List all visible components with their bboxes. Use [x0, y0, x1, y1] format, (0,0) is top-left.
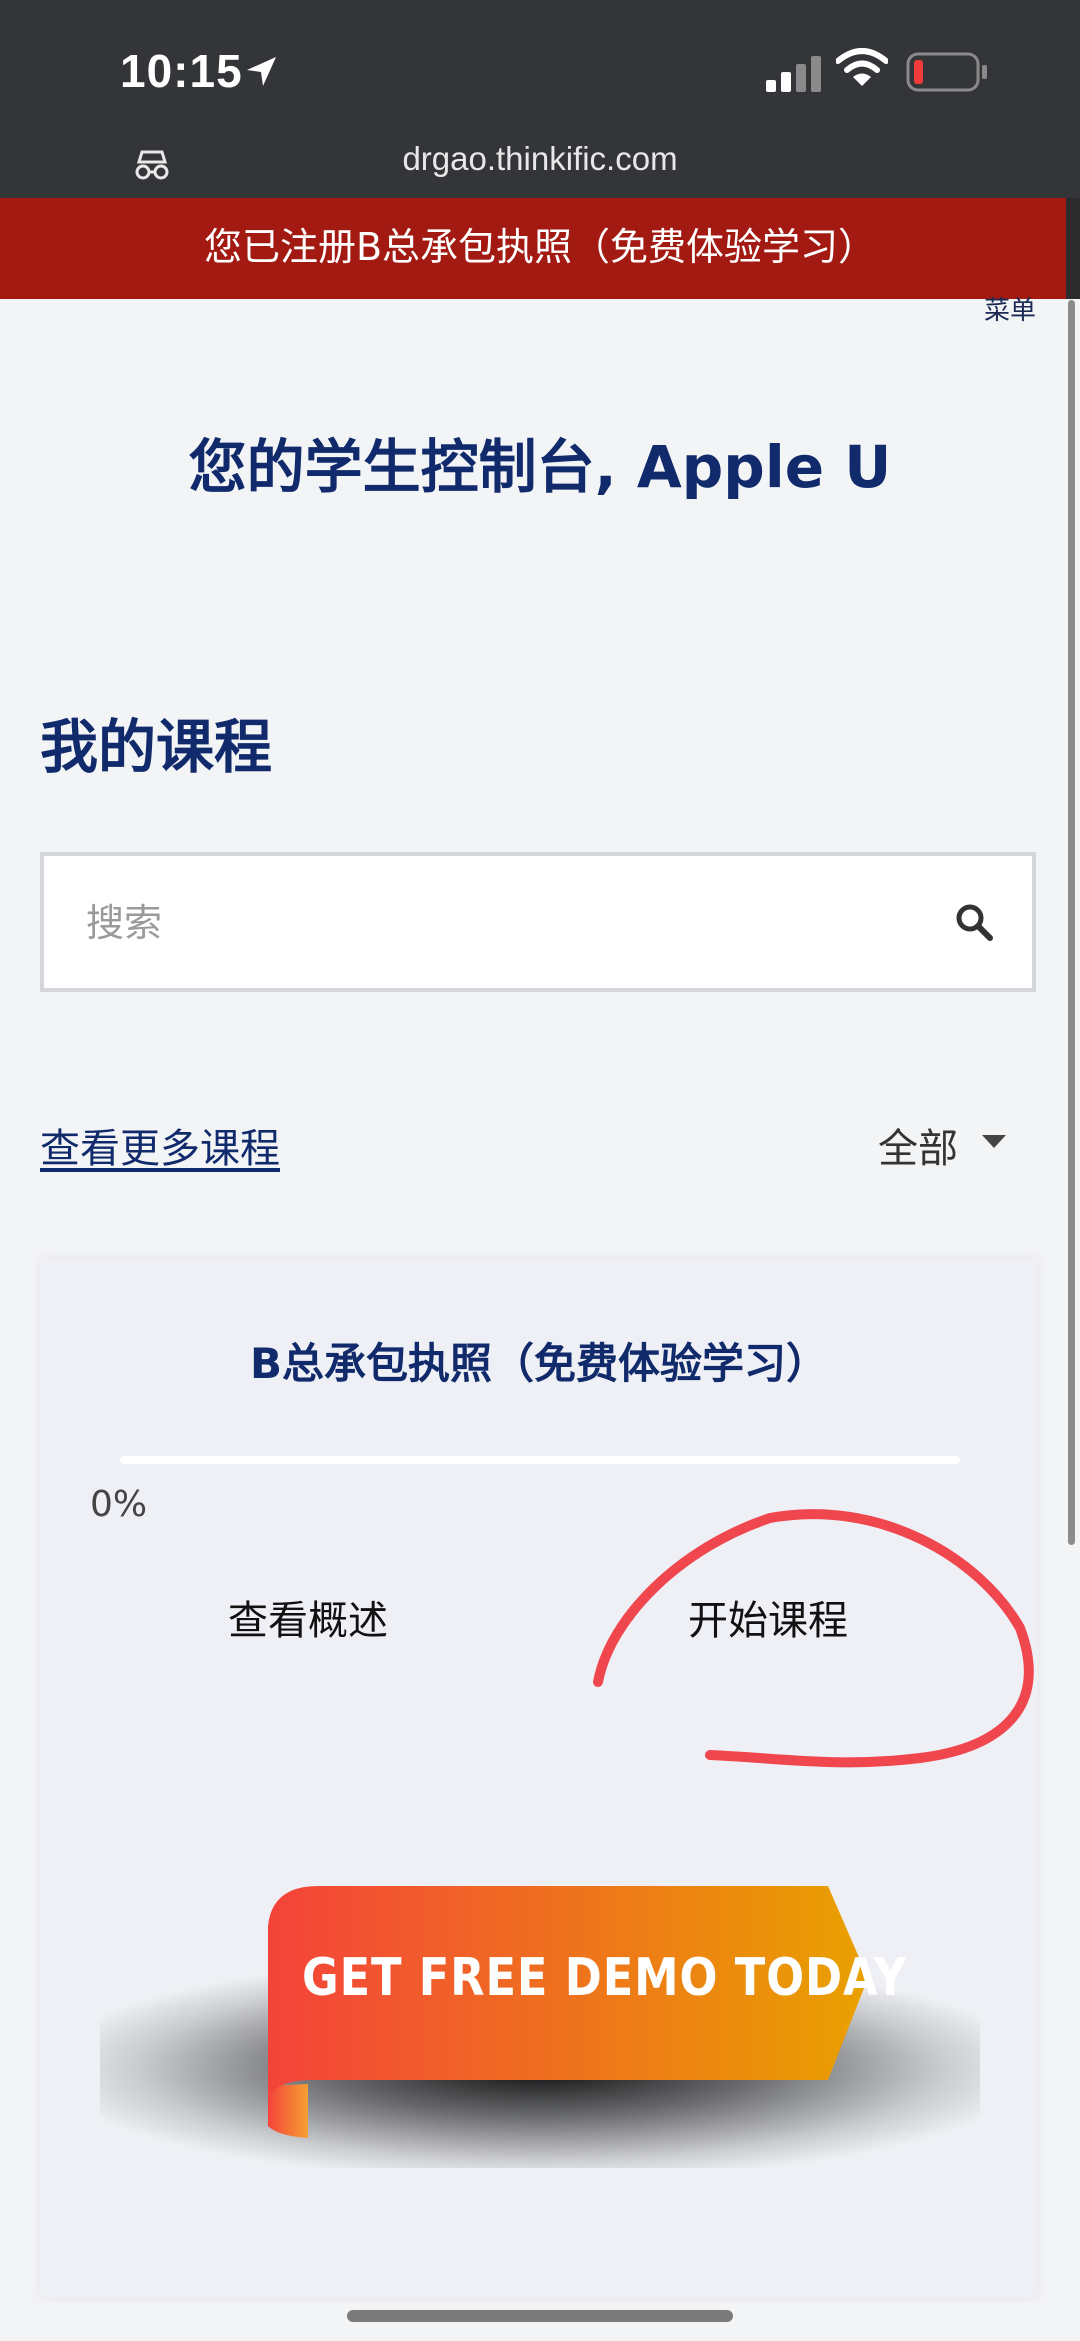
- caret-down-icon[interactable]: [982, 1134, 1006, 1153]
- progress-percent: 0%: [90, 1484, 148, 1525]
- start-course-button[interactable]: 开始课程: [688, 1588, 848, 1646]
- promo-text[interactable]: GET FREE DEMO TODAY: [302, 1948, 907, 2008]
- section-heading: 我的课程: [40, 713, 273, 781]
- url-bar[interactable]: drgao.thinkific.com: [0, 140, 1080, 178]
- search-box: [40, 852, 1036, 992]
- more-courses-link[interactable]: 查看更多课程: [40, 1116, 280, 1174]
- search-icon[interactable]: [954, 902, 994, 946]
- course-filter-select[interactable]: 全部: [878, 1116, 958, 1174]
- menu-button[interactable]: 菜单: [984, 290, 1036, 327]
- scrollbar-track: [1066, 198, 1080, 299]
- view-overview-button[interactable]: 查看概述: [228, 1588, 388, 1646]
- page-title: 您的学生控制台, Apple U: [188, 433, 892, 501]
- enrollment-banner: 您已注册B总承包执照（免费体验学习）: [0, 198, 1080, 299]
- wifi-icon: [835, 48, 889, 92]
- home-indicator[interactable]: [347, 2310, 733, 2322]
- battery-icon: [906, 52, 988, 96]
- status-bar: 10:15 drgao.thinkific.com: [0, 0, 1080, 198]
- search-input[interactable]: [84, 856, 948, 990]
- location-arrow-icon: [244, 54, 280, 94]
- signal-icon: [766, 56, 822, 96]
- status-time: 10:15: [120, 45, 243, 97]
- course-card: B总承包执照（免费体验学习） 0% 查看概述 开始课程 GET FREE DEM…: [40, 1258, 1038, 2298]
- course-title[interactable]: B总承包执照（免费体验学习）: [40, 1330, 1038, 1391]
- progress-bar: [120, 1456, 960, 1464]
- promo-banner[interactable]: [268, 1886, 888, 2146]
